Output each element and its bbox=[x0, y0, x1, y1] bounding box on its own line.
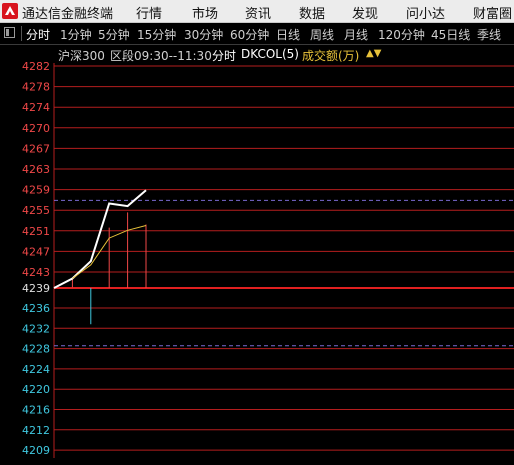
price-line bbox=[53, 189, 147, 289]
metric-label[interactable]: 成交额(万) bbox=[302, 47, 359, 64]
time-range: 区段09:30--11:30 bbox=[110, 49, 212, 63]
indicator-name[interactable]: DKCOL(5) bbox=[241, 47, 299, 61]
y-tick-label: 4251 bbox=[22, 225, 50, 238]
y-tick-label: 4236 bbox=[22, 302, 50, 315]
y-tick-label: 4259 bbox=[22, 184, 50, 197]
base-price-label: 4239 bbox=[22, 282, 50, 295]
intraday-chart: 4282427842744270426742634259425542514247… bbox=[22, 60, 514, 458]
metric-toggle-icon[interactable]: ▲▼ bbox=[366, 48, 381, 59]
y-tick-label: 4243 bbox=[22, 266, 50, 279]
y-tick-label: 4278 bbox=[22, 81, 50, 94]
y-tick-label: 4270 bbox=[22, 122, 50, 135]
y-tick-label: 4224 bbox=[22, 363, 50, 376]
chart-mode: 分时 bbox=[212, 49, 237, 63]
y-tick-label: 4247 bbox=[22, 245, 50, 258]
y-tick-label: 4216 bbox=[22, 404, 50, 417]
y-tick-label: 4267 bbox=[22, 142, 50, 155]
y-tick-label: 4274 bbox=[22, 101, 50, 114]
y-tick-label: 4209 bbox=[22, 444, 50, 457]
y-tick-label: 4255 bbox=[22, 204, 50, 217]
y-tick-label: 4232 bbox=[22, 322, 50, 335]
y-tick-label: 4212 bbox=[22, 424, 50, 437]
y-tick-label: 4263 bbox=[22, 163, 50, 176]
y-tick-label: 4228 bbox=[22, 343, 50, 356]
index-name: 沪深300 bbox=[58, 49, 105, 63]
y-tick-label: 4220 bbox=[22, 383, 50, 396]
chart-info-bar: 沪深300 区段09:30--11:30 分时 DKCOL(5) 成交额(万) … bbox=[0, 45, 514, 63]
